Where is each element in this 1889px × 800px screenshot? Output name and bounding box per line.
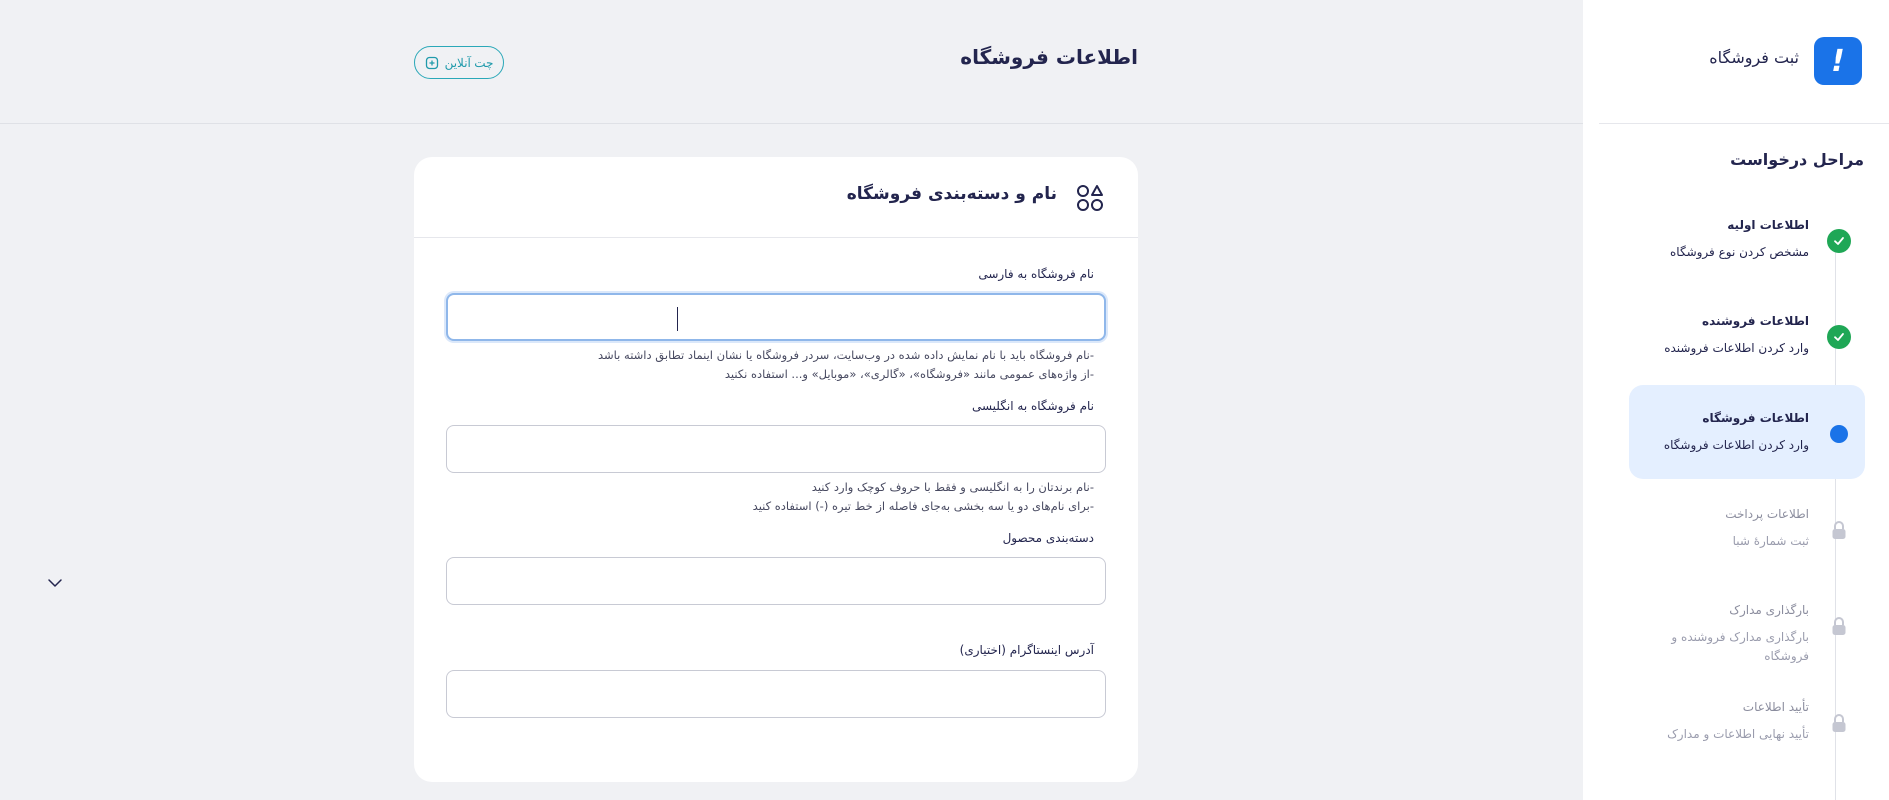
fa-name-input[interactable] (446, 293, 1106, 341)
step-label: تأیید اطلاعات (1742, 700, 1809, 714)
section-title: نام و دسته‌بندی فروشگاه (846, 184, 1057, 204)
check-icon (1827, 229, 1851, 253)
step-sub: مشخص کردن نوع فروشگاه (1670, 245, 1809, 259)
fa-name-hint-2: -از واژه‌های عمومی مانند «فروشگاه»، «گال… (724, 367, 1094, 381)
step-sub: ثبت شمارهٔ شبا (1732, 534, 1809, 548)
text-caret (677, 307, 678, 331)
step-sub: بارگذاری مدارک فروشنده و فروشگاه (1671, 630, 1809, 663)
fa-name-hint-1: -نام فروشگاه باید با نام نمایش داده شده … (598, 348, 1094, 362)
step-sub: وارد کردن اطلاعات فروشنده (1664, 341, 1809, 355)
step-store-info[interactable]: اطلاعات فروشگاه وارد کردن اطلاعات فروشگا… (1629, 385, 1865, 479)
step-upload-docs: بارگذاری مدارک بارگذاری مدارک فروشنده و … (1629, 577, 1865, 671)
online-chat-button[interactable]: چت آنلاین (414, 46, 504, 79)
current-step-dot-icon (1830, 425, 1848, 443)
step-label: اطلاعات پرداخت (1725, 507, 1809, 521)
en-name-label: نام فروشگاه به انگلیسی (971, 399, 1094, 413)
card-header: نام و دسته‌بندی فروشگاه (414, 157, 1138, 238)
step-label: اطلاعات فروشنده (1702, 314, 1809, 328)
lock-icon (1827, 518, 1851, 542)
step-label: اطلاعات اولیه (1727, 218, 1809, 232)
instagram-input[interactable] (446, 670, 1106, 718)
step-label: بارگذاری مدارک (1729, 603, 1809, 617)
fa-name-label: نام فروشگاه به فارسی (978, 267, 1094, 281)
brand-title: ثبت فروشگاه (1709, 48, 1799, 67)
step-initial-info[interactable]: اطلاعات اولیه مشخص کردن نوع فروشگاه (1629, 192, 1865, 286)
chat-button-label: چت آنلاین (444, 55, 494, 70)
sidebar: ! ثبت فروشگاه مراحل درخواست اطلاعات اولی… (1583, 0, 1889, 800)
step-sub: وارد کردن اطلاعات فروشگاه (1663, 438, 1809, 452)
chat-icon (425, 56, 438, 69)
category-label: دسته‌بندی محصول (1002, 531, 1094, 545)
step-sub: تأیید نهایی اطلاعات و مدارک (1667, 727, 1809, 741)
lock-icon (1827, 711, 1851, 735)
en-name-hint-1: -نام برندتان را به انگلیسی و فقط با حروف… (811, 480, 1094, 494)
step-label: اطلاعات فروشگاه (1702, 411, 1809, 425)
exclamation-icon: ! (1814, 37, 1862, 85)
check-icon (1827, 325, 1851, 349)
category-select[interactable] (446, 557, 1106, 605)
store-info-card: نام و دسته‌بندی فروشگاه نام فروشگاه به ف… (414, 157, 1138, 782)
steps-title: مراحل درخواست (1730, 150, 1864, 169)
en-name-input[interactable] (446, 425, 1106, 473)
top-header: اطلاعات فروشگاه چت آنلاین (0, 0, 1583, 124)
step-seller-info[interactable]: اطلاعات فروشنده وارد کردن اطلاعات فروشند… (1629, 288, 1865, 382)
chevron-down-icon[interactable] (47, 575, 63, 591)
category-icon (1077, 185, 1103, 211)
instagram-label: آدرس اینستاگرام (اختیاری) (959, 643, 1094, 657)
step-payment-info: اطلاعات پرداخت ثبت شمارهٔ شبا (1629, 481, 1865, 575)
step-confirm-info: تأیید اطلاعات تأیید نهایی اطلاعات و مدار… (1629, 674, 1865, 768)
sidebar-header: ! ثبت فروشگاه (1599, 0, 1889, 124)
en-name-hint-2: -برای نام‌های دو یا سه بخشی به‌جای فاصله… (752, 499, 1094, 513)
lock-icon (1827, 614, 1851, 638)
page-title: اطلاعات فروشگاه (960, 45, 1138, 69)
